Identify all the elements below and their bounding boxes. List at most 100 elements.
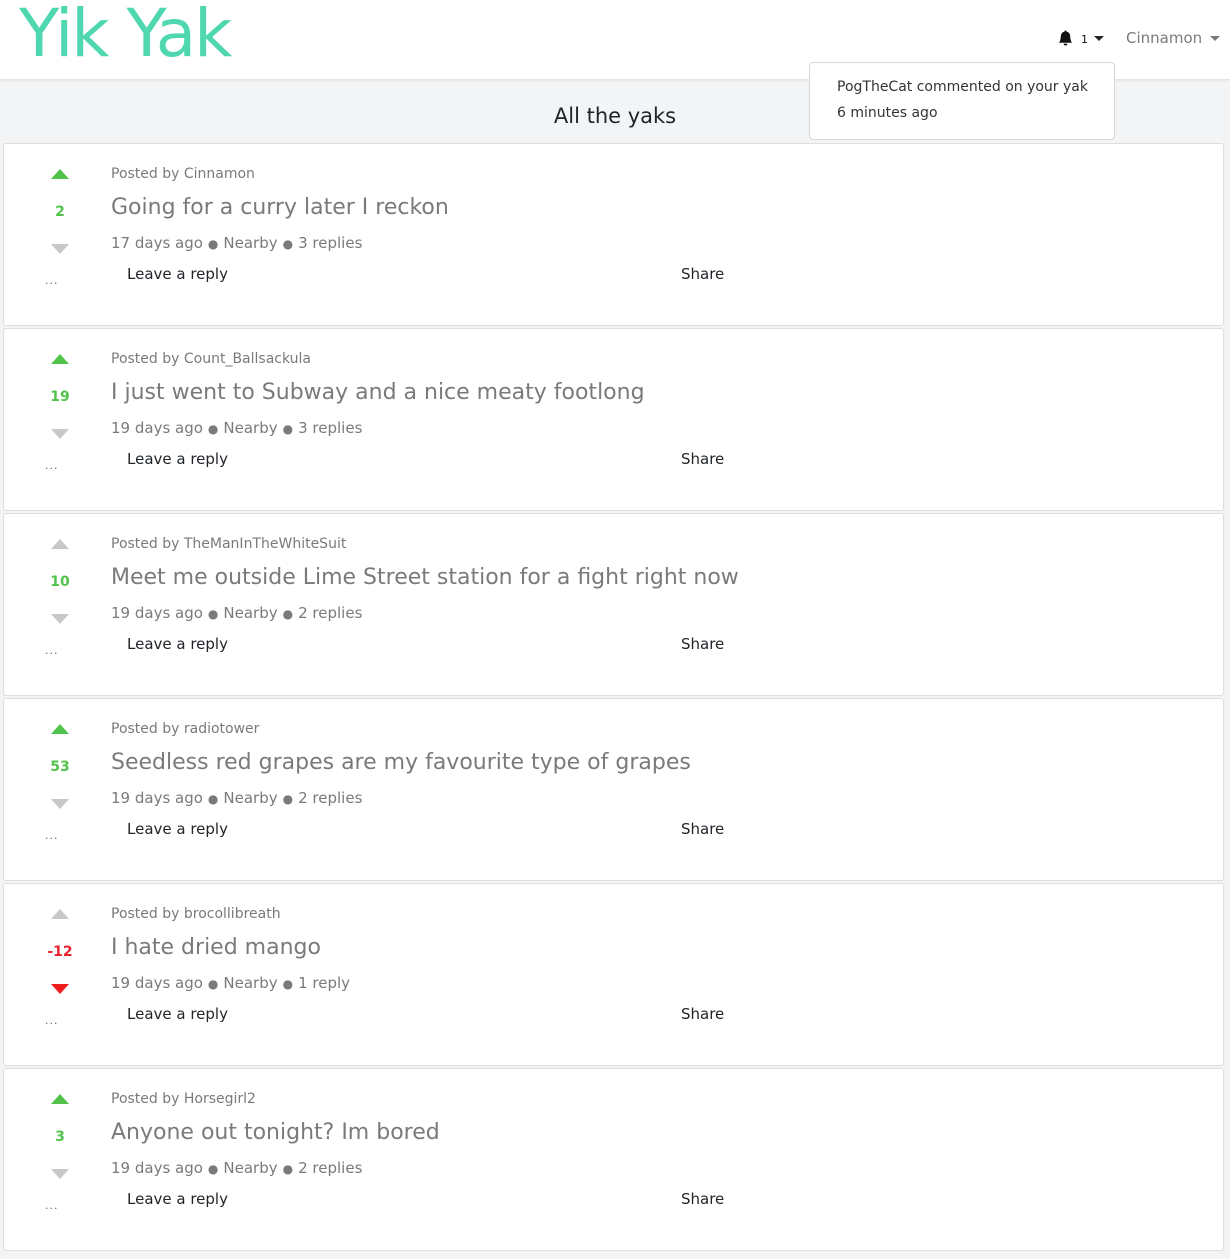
leave-reply-link[interactable]: Leave a reply (127, 635, 228, 653)
bullet-separator: ● (207, 1162, 219, 1176)
more-options-icon[interactable]: ... (45, 829, 59, 842)
yak-score: 2 (55, 204, 65, 220)
yak-card: -12 ... Posted by brocollibreath I hate … (3, 883, 1224, 1066)
bullet-separator: ● (282, 1162, 294, 1176)
yak-meta: 17 days ago ● Nearby ● 3 replies (111, 234, 362, 252)
upvote-arrow-icon[interactable] (51, 169, 69, 179)
downvote-arrow-icon[interactable] (51, 614, 69, 624)
yak-text[interactable]: I hate dried mango (111, 935, 321, 960)
yak-text[interactable]: Anyone out tonight? Im bored (111, 1120, 440, 1145)
yak-age: 19 days ago (111, 604, 203, 622)
yak-author: Posted by Count_Ballsackula (111, 351, 311, 367)
downvote-arrow-icon[interactable] (51, 799, 69, 809)
yak-reply-count[interactable]: 3 replies (298, 234, 362, 252)
yak-meta: 19 days ago ● Nearby ● 2 replies (111, 789, 362, 807)
yak-text[interactable]: Going for a curry later I reckon (111, 195, 449, 220)
yak-author: Posted by TheManInTheWhiteSuit (111, 536, 347, 552)
yak-age: 19 days ago (111, 974, 203, 992)
yak-age: 19 days ago (111, 1159, 203, 1177)
yak-location: Nearby (223, 419, 278, 437)
yak-text[interactable]: Meet me outside Lime Street station for … (111, 565, 739, 590)
downvote-arrow-icon[interactable] (51, 429, 69, 439)
leave-reply-link[interactable]: Leave a reply (127, 820, 228, 838)
yak-age: 17 days ago (111, 234, 203, 252)
upvote-arrow-icon[interactable] (51, 354, 69, 364)
yak-location: Nearby (223, 604, 278, 622)
yak-location: Nearby (223, 974, 278, 992)
yak-reply-count[interactable]: 2 replies (298, 789, 362, 807)
upvote-arrow-icon[interactable] (51, 724, 69, 734)
user-menu-toggle[interactable]: Cinnamon (1126, 28, 1221, 48)
downvote-arrow-icon[interactable] (51, 1169, 69, 1179)
bullet-separator: ● (282, 422, 294, 436)
share-link[interactable]: Share (681, 635, 724, 653)
leave-reply-link[interactable]: Leave a reply (127, 1190, 228, 1208)
yak-location: Nearby (223, 234, 278, 252)
yak-score: 53 (50, 759, 70, 775)
yak-author: Posted by radiotower (111, 721, 260, 737)
downvote-arrow-icon[interactable] (51, 244, 69, 254)
chevron-down-icon (1094, 35, 1104, 41)
bullet-separator: ● (207, 977, 219, 991)
yak-location: Nearby (223, 789, 278, 807)
notifications-dropdown: PogTheCat commented on your yak 6 minute… (809, 62, 1115, 140)
yak-meta: 19 days ago ● Nearby ● 2 replies (111, 604, 362, 622)
yak-meta: 19 days ago ● Nearby ● 2 replies (111, 1159, 362, 1177)
yik-yak-logo[interactable]: Yik Yak (19, 0, 232, 73)
bullet-separator: ● (282, 977, 294, 991)
yak-text[interactable]: I just went to Subway and a nice meaty f… (111, 380, 645, 405)
leave-reply-link[interactable]: Leave a reply (127, 450, 228, 468)
yak-author: Posted by Cinnamon (111, 166, 255, 182)
more-options-icon[interactable]: ... (45, 1014, 59, 1027)
yak-meta: 19 days ago ● Nearby ● 3 replies (111, 419, 362, 437)
bullet-separator: ● (282, 792, 294, 806)
more-options-icon[interactable]: ... (45, 274, 59, 287)
yak-author: Posted by Horsegirl2 (111, 1091, 256, 1107)
bullet-separator: ● (207, 422, 219, 436)
yak-location: Nearby (223, 1159, 278, 1177)
yak-reply-count[interactable]: 1 reply (298, 974, 350, 992)
yak-author: Posted by brocollibreath (111, 906, 281, 922)
bullet-separator: ● (207, 792, 219, 806)
leave-reply-link[interactable]: Leave a reply (127, 265, 228, 283)
yak-score: 3 (55, 1129, 65, 1145)
more-options-icon[interactable]: ... (45, 1199, 59, 1212)
yak-reply-count[interactable]: 2 replies (298, 604, 362, 622)
share-link[interactable]: Share (681, 1190, 724, 1208)
share-link[interactable]: Share (681, 820, 724, 838)
yak-reply-count[interactable]: 2 replies (298, 1159, 362, 1177)
bullet-separator: ● (282, 237, 294, 251)
share-link[interactable]: Share (681, 1005, 724, 1023)
yak-card: 53 ... Posted by radiotower Seedless red… (3, 698, 1224, 881)
yak-score: 19 (50, 389, 70, 405)
share-link[interactable]: Share (681, 265, 724, 283)
notification-item-time: 6 minutes ago (837, 105, 938, 121)
leave-reply-link[interactable]: Leave a reply (127, 1005, 228, 1023)
notification-count-badge: 1 (1081, 33, 1088, 46)
yak-card: 2 ... Posted by Cinnamon Going for a cur… (3, 143, 1224, 326)
bullet-separator: ● (207, 237, 219, 251)
yak-score: 10 (50, 574, 70, 590)
yak-feed: 2 ... Posted by Cinnamon Going for a cur… (3, 143, 1224, 1253)
upvote-arrow-icon[interactable] (51, 909, 69, 919)
yak-reply-count[interactable]: 3 replies (298, 419, 362, 437)
more-options-icon[interactable]: ... (45, 459, 59, 472)
more-options-icon[interactable]: ... (45, 644, 59, 657)
yak-card: 19 ... Posted by Count_Ballsackula I jus… (3, 328, 1224, 511)
yak-score: -12 (47, 944, 73, 960)
bell-icon (1058, 30, 1073, 46)
yak-text[interactable]: Seedless red grapes are my favourite typ… (111, 750, 691, 775)
yak-meta: 19 days ago ● Nearby ● 1 reply (111, 974, 350, 992)
yak-age: 19 days ago (111, 789, 203, 807)
bullet-separator: ● (282, 607, 294, 621)
downvote-arrow-icon[interactable] (51, 984, 69, 994)
yak-card: 10 ... Posted by TheManInTheWhiteSuit Me… (3, 513, 1224, 696)
upvote-arrow-icon[interactable] (51, 539, 69, 549)
yak-card: 3 ... Posted by Horsegirl2 Anyone out to… (3, 1068, 1224, 1251)
notification-item-text[interactable]: PogTheCat commented on your yak (837, 79, 1088, 95)
bullet-separator: ● (207, 607, 219, 621)
share-link[interactable]: Share (681, 450, 724, 468)
notifications-toggle[interactable]: 1 (1058, 28, 1104, 48)
upvote-arrow-icon[interactable] (51, 1094, 69, 1104)
yak-age: 19 days ago (111, 419, 203, 437)
